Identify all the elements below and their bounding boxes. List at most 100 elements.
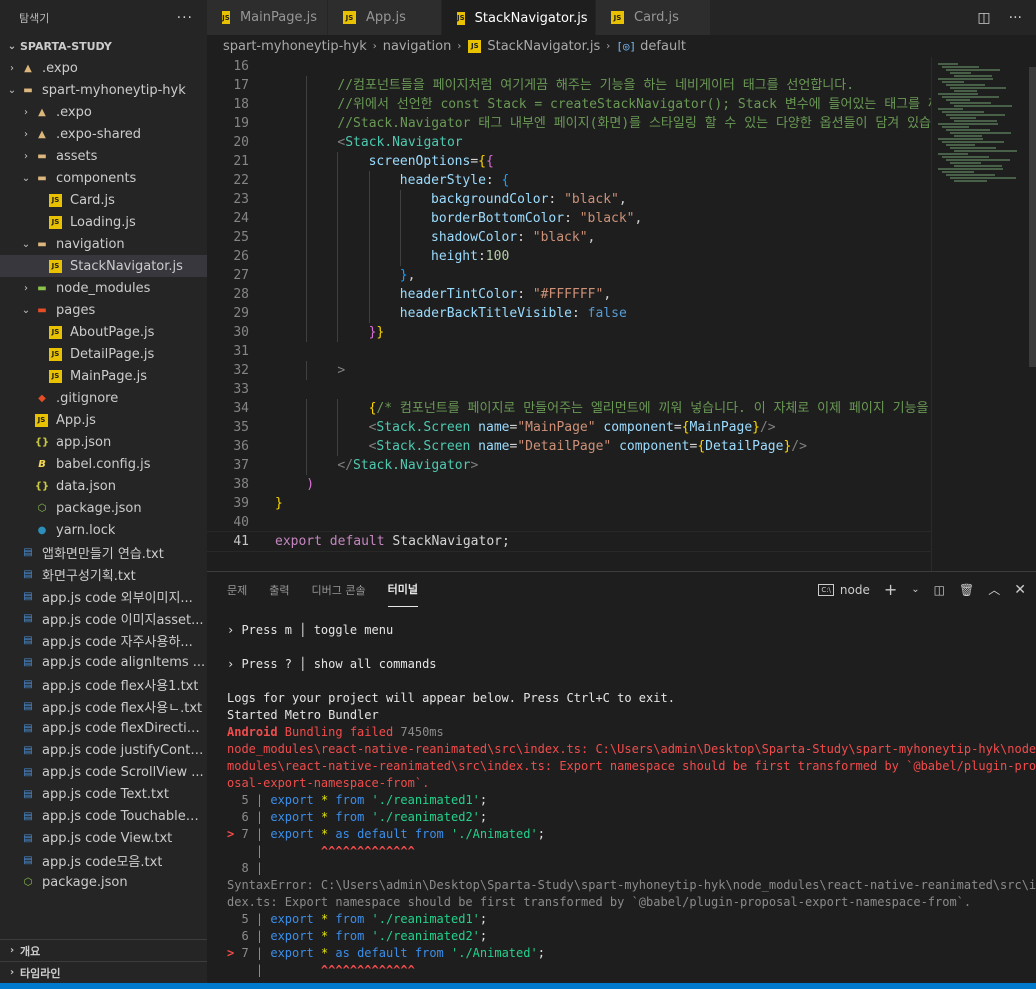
code-line[interactable]: 29 headerBackTitleVisible: false (207, 304, 931, 323)
breadcrumb-subfolder[interactable]: navigation (383, 39, 452, 54)
tree-item[interactable]: ⬡ package.json (0, 871, 207, 893)
chevron-down-icon[interactable]: ⌄ (911, 584, 919, 595)
tree-item[interactable]: ▤ app.js code ScrollView ... (0, 761, 207, 783)
tree-item[interactable]: ▤ app.js code 자주사용하... (0, 629, 207, 651)
tree-item[interactable]: ⌄ ▬ pages (0, 299, 207, 321)
code-line[interactable]: 23 backgroundColor: "black", (207, 190, 931, 209)
tree-item[interactable]: ▤ app.js code flex사용ㄴ.txt (0, 695, 207, 717)
panel-tab[interactable]: 디버그 콘솔 (312, 572, 366, 607)
more-actions-icon[interactable]: ··· (1009, 10, 1022, 26)
editor-scrollbar[interactable] (1029, 57, 1036, 571)
workspace-name: SPARTA-STUDY (20, 39, 112, 53)
panel-tab[interactable]: 문제 (227, 572, 247, 607)
tree-item[interactable]: ● yarn.lock (0, 519, 207, 541)
timeline-section[interactable]: › 타임라인 (0, 961, 207, 983)
panel-tab[interactable]: 출력 (269, 572, 289, 607)
tree-item[interactable]: › ▲ .expo-shared (0, 123, 207, 145)
tree-item[interactable]: ▤ app.js code TouchableO... (0, 805, 207, 827)
tree-item[interactable]: JS Card.js (0, 189, 207, 211)
terminal-selector[interactable]: C:\ node (818, 583, 870, 597)
code-line[interactable]: 19 //Stack.Navigator 태그 내부엔 페이지(화면)를 스타일링… (207, 114, 963, 133)
minimap-line (946, 174, 995, 176)
tree-item[interactable]: JS App.js (0, 409, 207, 431)
code-line[interactable]: 17 //컴포넌트들을 페이지처럼 여기게끔 해주는 기능을 하는 네비게이터 태… (207, 76, 931, 95)
tree-item[interactable]: ⌄ ▬ spart-myhoneytip-hyk (0, 79, 207, 101)
tree-item[interactable]: ▤ app.js code View.txt (0, 827, 207, 849)
code-line[interactable]: 27}, (207, 266, 931, 285)
code-line[interactable]: 20 <Stack.Navigator (207, 133, 931, 152)
tree-item[interactable]: › ▲ .expo (0, 101, 207, 123)
panel-tab[interactable]: 터미널 (387, 572, 418, 607)
outline-section[interactable]: › 개요 (0, 939, 207, 961)
code-line[interactable]: 24 borderBottomColor: "black", (207, 209, 931, 228)
tree-item[interactable]: ▤ app.js code flex사용1.txt (0, 673, 207, 695)
tree-item[interactable]: ⌄ ▬ components (0, 167, 207, 189)
tree-item-label: App.js (56, 412, 96, 428)
tree-item[interactable]: JS AboutPage.js (0, 321, 207, 343)
tree-item[interactable]: {} data.json (0, 475, 207, 497)
minimap[interactable] (931, 57, 1030, 571)
new-terminal-icon[interactable]: + (884, 580, 897, 599)
line-number: 16 (233, 59, 249, 74)
tree-item[interactable]: › ▬ assets (0, 145, 207, 167)
tree-item[interactable]: ▤ 화면구성기획.txt (0, 563, 207, 585)
breadcrumb-file[interactable]: StackNavigator.js (487, 39, 600, 54)
code-line[interactable]: 25 shadowColor: "black", (207, 228, 931, 247)
code-line[interactable]: 38) (207, 475, 931, 494)
tree-item[interactable]: ◆ .gitignore (0, 387, 207, 409)
code-line[interactable]: 31 (207, 342, 931, 361)
tree-item[interactable]: ▤ 앱화면만들기 연습.txt (0, 541, 207, 563)
tab-mainpage-js[interactable]: JS MainPage.js (207, 0, 328, 35)
tree-item[interactable]: JS Loading.js (0, 211, 207, 233)
tree-item[interactable]: ▤ app.js code flexDirection... (0, 717, 207, 739)
close-icon[interactable]: ✕ (1014, 582, 1026, 598)
tree-item[interactable]: {} app.json (0, 431, 207, 453)
js-file-icon: JS (343, 11, 356, 24)
tab-stacknavigator-js[interactable]: JSStackNavigator.js× (442, 0, 607, 35)
tree-item[interactable]: › ▲ .expo (0, 57, 207, 79)
code-line[interactable]: 37 </Stack.Navigator> (207, 456, 931, 475)
code-line[interactable]: 26 height:100 (207, 247, 931, 266)
scrollbar-thumb[interactable] (1029, 67, 1036, 367)
tree-item[interactable]: ▤ app.js code justifyConte... (0, 739, 207, 761)
code-line[interactable]: 30}} (207, 323, 931, 342)
tab-card-js[interactable]: JS Card.js (596, 0, 711, 35)
tree-item[interactable]: › ▬ node_modules (0, 277, 207, 299)
tree-item[interactable]: ▤ app.js code 외부이미지... (0, 585, 207, 607)
tree-item[interactable]: ▤ app.js code모음.txt (0, 849, 207, 871)
split-terminal-icon[interactable]: ◫ (934, 583, 945, 597)
code-line[interactable]: 35 <Stack.Screen name="MainPage" componen… (207, 418, 931, 437)
code-line[interactable]: 36 <Stack.Screen name="DetailPage" compon… (207, 437, 931, 456)
tree-item[interactable]: ▤ app.js code alignItems ... (0, 651, 207, 673)
breadcrumb-symbol[interactable]: default (640, 39, 686, 54)
breadcrumb-folder[interactable]: spart-myhoneytip-hyk (223, 39, 367, 54)
code-line[interactable]: 32 > (207, 361, 931, 380)
code-line[interactable]: 39} (207, 494, 931, 513)
tree-item[interactable]: JS MainPage.js (0, 365, 207, 387)
code-line[interactable]: 34 {/* 컴포넌트를 페이지로 만들어주는 엘리먼트에 끼워 넣습니다. 이 … (207, 399, 996, 418)
code-line[interactable]: 21 screenOptions={{ (207, 152, 931, 171)
tree-item[interactable]: ⬡ package.json (0, 497, 207, 519)
chevron-up-icon[interactable]: ︿ (988, 581, 1000, 598)
tab-app-js[interactable]: JS App.js (328, 0, 442, 35)
code-line[interactable]: 22 headerStyle: { (207, 171, 931, 190)
code-editor[interactable]: 16 17 //컴포넌트들을 페이지처럼 여기게끔 해주는 기능을 하는 네비게이터… (207, 57, 1036, 571)
tree-item[interactable]: Bbabel.config.js (0, 453, 207, 475)
code-line[interactable]: 40 (207, 513, 931, 532)
code-line[interactable]: 33 (207, 380, 931, 399)
tree-item[interactable]: ▤ app.js code 이미지asset... (0, 607, 207, 629)
code-line[interactable]: 18 //위에서 선언한 const Stack = createStackNav… (207, 95, 1027, 114)
minimap-line (954, 75, 992, 77)
workspace-section[interactable]: ⌄ SPARTA-STUDY (0, 35, 207, 57)
split-editor-icon[interactable]: ◫ (977, 10, 990, 26)
code-line[interactable]: 41 export default StackNavigator; (207, 531, 932, 552)
more-actions-icon[interactable]: ··· (177, 10, 193, 26)
tree-item[interactable]: ⌄ ▬ navigation (0, 233, 207, 255)
terminal-text: ; (537, 946, 545, 960)
code-line[interactable]: 16 (207, 57, 931, 76)
tree-item[interactable]: ▤ app.js code Text.txt (0, 783, 207, 805)
trash-icon[interactable]: 🗑 (959, 583, 974, 597)
code-line[interactable]: 28 headerTintColor: "#FFFFFF", (207, 285, 931, 304)
tree-item[interactable]: JS DetailPage.js (0, 343, 207, 365)
tree-item[interactable]: JS StackNavigator.js (0, 255, 207, 277)
